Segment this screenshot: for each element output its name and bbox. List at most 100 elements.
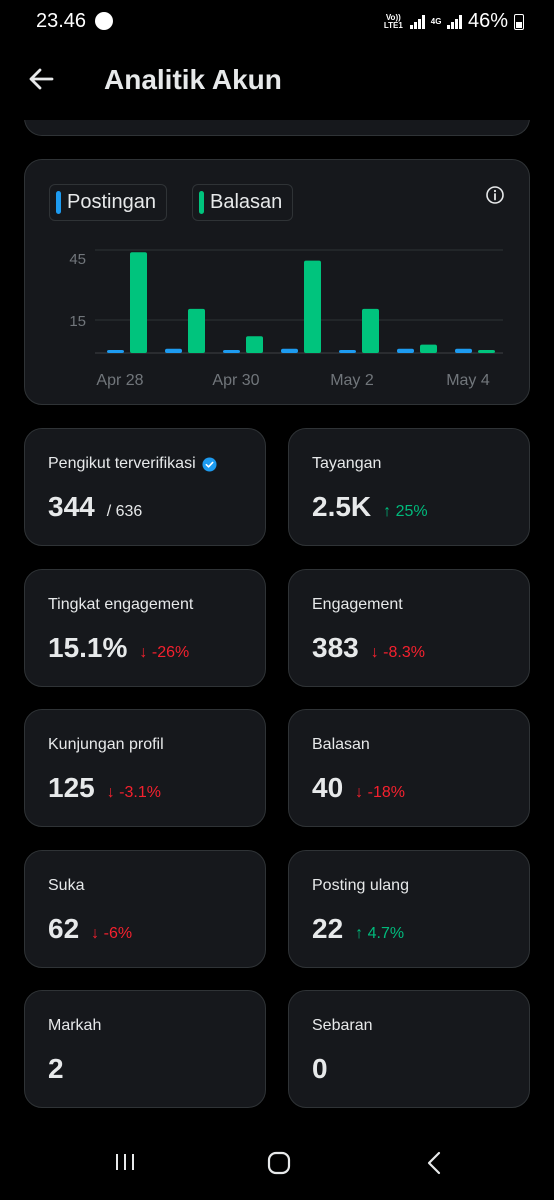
bar-chart: 45 15 Apr 28 Apr 30 May 2 May 4 bbox=[69, 249, 503, 389]
bar-postingan-apr-29[interactable] bbox=[165, 348, 182, 353]
stat-row: 383 ↓ -8.3% bbox=[312, 632, 425, 664]
stat-label-text: Engagement bbox=[312, 596, 403, 613]
page-title: Analitik Akun bbox=[104, 64, 282, 95]
stat-row: 15.1% ↓ -26% bbox=[48, 632, 189, 664]
bar-balasan-may-1[interactable] bbox=[304, 260, 321, 353]
nav-back-icon[interactable] bbox=[424, 1150, 444, 1176]
stat-label: Kunjungan profil bbox=[48, 736, 164, 754]
stat-label-text: Balasan bbox=[312, 736, 370, 753]
stat-label: Engagement bbox=[312, 596, 403, 614]
stat-change: ↓ -6% bbox=[91, 925, 132, 943]
stat-label: Balasan bbox=[312, 736, 370, 754]
arrow-down-icon: ↓ bbox=[91, 925, 104, 942]
stat-card-markah[interactable]: Markah 2 bbox=[24, 990, 266, 1108]
stat-label-text: Tayangan bbox=[312, 455, 382, 472]
stat-row: 22 ↑ 4.7% bbox=[312, 913, 404, 945]
stat-change: ↓ -18% bbox=[355, 784, 405, 802]
arrow-down-icon: ↓ bbox=[355, 784, 368, 801]
stat-card-sebaran[interactable]: Sebaran 0 bbox=[288, 990, 530, 1108]
stat-value: 383 bbox=[312, 632, 359, 663]
stat-row: 62 ↓ -6% bbox=[48, 913, 132, 945]
stat-change-value: -3.1% bbox=[119, 784, 161, 801]
battery-icon bbox=[514, 13, 524, 30]
y-tick-15: 15 bbox=[69, 313, 86, 330]
stat-change-value: 4.7% bbox=[367, 925, 405, 942]
stat-value: 15.1% bbox=[48, 632, 128, 663]
stat-change-value: -8.3% bbox=[383, 644, 425, 661]
stat-card-engagement[interactable]: Engagement 383 ↓ -8.3% bbox=[288, 569, 530, 687]
back-arrow-icon[interactable] bbox=[26, 64, 56, 94]
stat-label-text: Sebaran bbox=[312, 1017, 373, 1034]
signal-icon bbox=[410, 14, 425, 29]
arrow-down-icon: ↓ bbox=[370, 644, 384, 661]
x-tick-apr-30: Apr 30 bbox=[212, 372, 259, 389]
stat-label-text: Markah bbox=[48, 1017, 102, 1034]
stat-label-text: Kunjungan profil bbox=[48, 736, 164, 753]
stat-row: 125 ↓ -3.1% bbox=[48, 772, 161, 804]
stat-card-balasan[interactable]: Balasan 40 ↓ -18% bbox=[288, 709, 530, 827]
stat-label: Markah bbox=[48, 1017, 101, 1035]
bar-postingan-apr-28[interactable] bbox=[107, 350, 124, 353]
bar-postingan-may-1[interactable] bbox=[281, 348, 298, 353]
stat-label: Tayangan bbox=[312, 455, 381, 473]
stat-value: 62 bbox=[48, 913, 80, 944]
stat-value: 2 bbox=[48, 1053, 64, 1084]
stat-value: 125 bbox=[48, 772, 95, 803]
bar-balasan-apr-29[interactable] bbox=[188, 308, 205, 353]
stat-label: Sebaran bbox=[312, 1017, 373, 1035]
stat-change-value: -18% bbox=[367, 784, 405, 801]
bar-postingan-may-3[interactable] bbox=[397, 348, 414, 353]
stat-card-tayangan[interactable]: Tayangan 2.5K ↑ 25% bbox=[288, 428, 530, 546]
bar-balasan-apr-30[interactable] bbox=[246, 336, 263, 353]
stat-value: 344 bbox=[48, 491, 95, 522]
header: Analitik Akun bbox=[0, 44, 554, 120]
bar-balasan-may-3[interactable] bbox=[420, 344, 437, 353]
recent-apps-icon[interactable] bbox=[113, 1152, 137, 1172]
stat-label-text: Tingkat engagement bbox=[48, 596, 194, 613]
stat-value: 40 bbox=[312, 772, 344, 803]
stat-card-posting-ulang[interactable]: Posting ulang 22 ↑ 4.7% bbox=[288, 850, 530, 968]
stat-label: Tingkat engagement bbox=[48, 596, 193, 614]
messaging-app-icon bbox=[95, 12, 113, 30]
status-time: 23.46 bbox=[36, 10, 87, 32]
stat-card-suka[interactable]: Suka 62 ↓ -6% bbox=[24, 850, 266, 968]
stat-row: 2.5K ↑ 25% bbox=[312, 491, 428, 523]
bar-postingan-apr-30[interactable] bbox=[223, 350, 240, 353]
bar-postingan-may-2[interactable] bbox=[339, 350, 356, 353]
status-indicators: Vo)) LTE1 4G 46% bbox=[382, 10, 524, 33]
stat-change: ↓ -3.1% bbox=[107, 784, 161, 802]
stat-row: 0 bbox=[312, 1053, 328, 1085]
bar-balasan-may-4[interactable] bbox=[478, 350, 495, 353]
stat-value: 2.5K bbox=[312, 491, 372, 522]
stat-row: 2 bbox=[48, 1053, 64, 1085]
stat-sub: / 636 bbox=[106, 503, 143, 520]
stat-card-pengikut-terverifikasi[interactable]: Pengikut terverifikasi 344 / 636 bbox=[24, 428, 266, 546]
stat-label-text: Posting ulang bbox=[312, 877, 409, 894]
volte-indicator: Vo)) LTE1 bbox=[383, 12, 403, 30]
bar-balasan-may-2[interactable] bbox=[362, 308, 379, 353]
home-icon[interactable] bbox=[266, 1150, 292, 1176]
stat-card-kunjungan-profil[interactable]: Kunjungan profil 125 ↓ -3.1% bbox=[24, 709, 266, 827]
signal-icon-2 bbox=[447, 14, 462, 29]
stat-change-value: 25% bbox=[395, 503, 428, 520]
chart-card: Postingan Balasan 45 15 Apr 28 Apr 30 Ma… bbox=[24, 159, 530, 405]
y-tick-45: 45 bbox=[69, 251, 86, 268]
stat-row: 40 ↓ -18% bbox=[312, 772, 405, 804]
arrow-down-icon: ↓ bbox=[106, 784, 120, 801]
arrow-up-icon: ↑ bbox=[355, 925, 368, 942]
stat-change: ↓ -26% bbox=[139, 644, 189, 662]
status-bar: 23.46 Vo)) LTE1 4G 46% bbox=[0, 0, 554, 44]
stat-card-tingkat-engagement[interactable]: Tingkat engagement 15.1% ↓ -26% bbox=[24, 569, 266, 687]
stat-label: Suka bbox=[48, 877, 84, 895]
bar-balasan-apr-28[interactable] bbox=[130, 252, 147, 353]
bar-postingan-may-4[interactable] bbox=[455, 348, 472, 353]
x-tick-may-4: May 4 bbox=[446, 372, 490, 389]
stat-label: Posting ulang bbox=[312, 877, 409, 895]
bars-group bbox=[107, 252, 495, 353]
stat-row: 344 / 636 bbox=[48, 491, 142, 523]
stat-label: Pengikut terverifikasi bbox=[48, 455, 217, 473]
stat-change-value: -26% bbox=[151, 644, 190, 661]
network-4g-indicator: 4G bbox=[430, 16, 442, 26]
stat-change-value: -6% bbox=[103, 925, 133, 942]
stat-label-text: Pengikut terverifikasi bbox=[48, 455, 196, 472]
